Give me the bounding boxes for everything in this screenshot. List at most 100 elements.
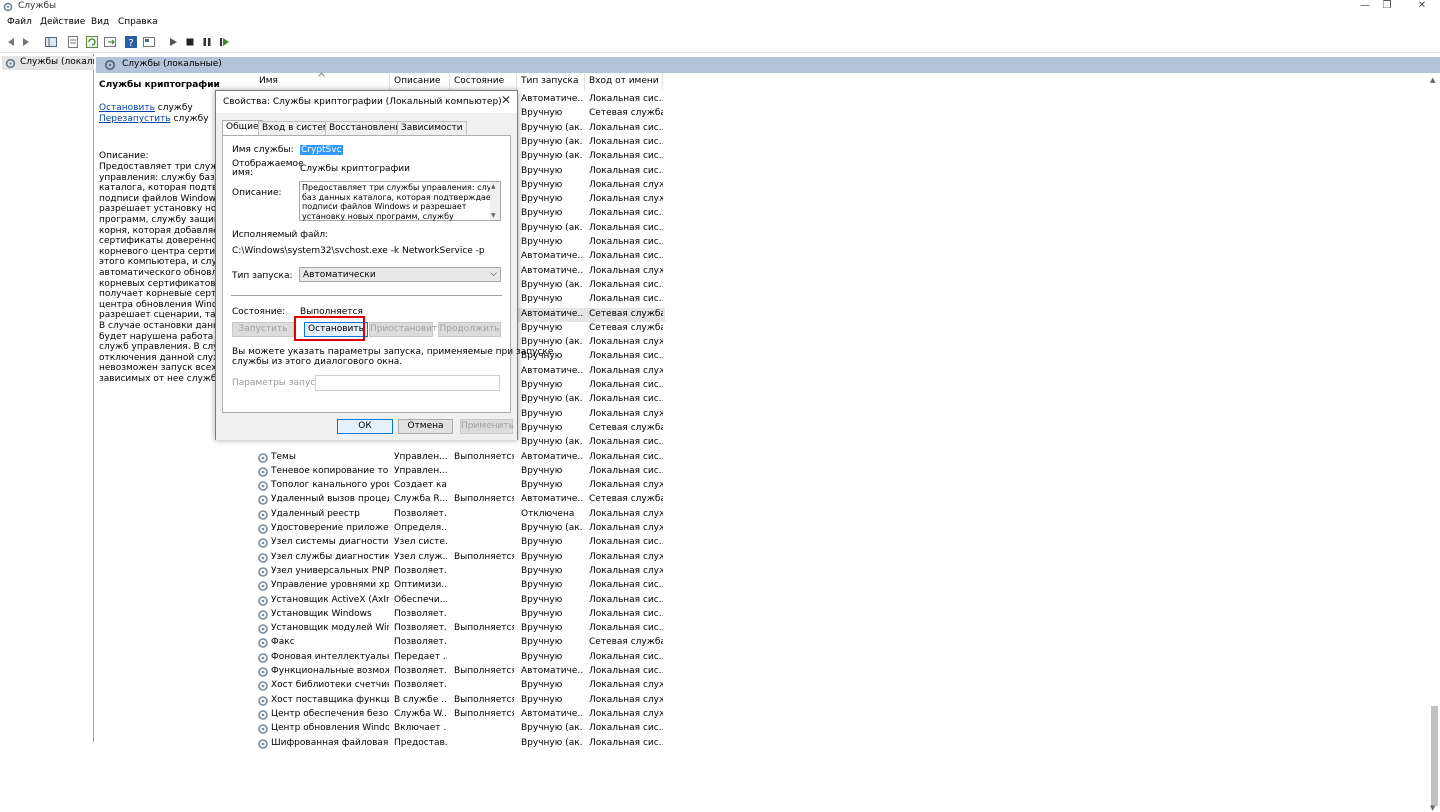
stop-service-link[interactable]: Остановить	[99, 103, 155, 113]
menu-file[interactable]: Файл	[7, 17, 32, 27]
restore-button[interactable]: ❐	[1372, 0, 1402, 14]
column-separator[interactable]	[584, 74, 585, 90]
cell-desc: Служба R...	[394, 494, 447, 505]
menu-view[interactable]: Вид	[91, 17, 109, 27]
description-textbox-text: Предоставляет три службы управления: слу…	[302, 183, 492, 221]
table-row[interactable]: Хост библиотеки счетчика... Позволяет... В…	[255, 679, 665, 693]
description-label: Описание:	[99, 151, 149, 161]
table-row[interactable]: Факс Позволяет... Вручную Сетевая служба	[255, 636, 665, 650]
cell-start: Автоматиче...	[521, 365, 583, 376]
console-tree-icon[interactable]	[44, 35, 58, 49]
service-name-value[interactable]: CryptSvc	[300, 145, 343, 155]
menu-help[interactable]: Справка	[118, 17, 158, 27]
table-row[interactable]: Тополог канального уровня Создает ка... Вр…	[255, 479, 665, 493]
cell-start: Автоматиче...	[521, 494, 583, 505]
cell-start: Вручную (ак...	[521, 151, 583, 162]
cell-name: Тополог канального уровня	[271, 480, 389, 491]
help-icon[interactable]: ?	[124, 35, 138, 49]
tab-dependencies[interactable]: Зависимости	[397, 121, 467, 135]
table-row[interactable]: Управление уровнями хра... Оптимизи... Вру…	[255, 579, 665, 593]
ok-button[interactable]: ОК	[337, 419, 393, 434]
table-row[interactable]: Удаленный вызов процеду... Служба R... Вып…	[255, 493, 665, 507]
table-row[interactable]: Узел службы диагностики Узел служ... Выпол…	[255, 551, 665, 565]
table-row[interactable]: Установщик ActiveX (AxIns... Обеспечи... В…	[255, 594, 665, 608]
view-icon[interactable]	[142, 35, 156, 49]
cell-login: Локальная сис...	[589, 94, 663, 104]
table-row[interactable]: Узел универсальных PNP-... Позволяет... Вр…	[255, 565, 665, 579]
pause-button[interactable]: Приостановить	[369, 322, 443, 337]
forward-icon[interactable]	[19, 35, 33, 49]
table-row[interactable]: Фоновая интеллектуальна... Передает ... Вр…	[255, 651, 665, 665]
column-separator[interactable]	[516, 74, 517, 90]
cell-login: Локальная сис...	[589, 723, 663, 734]
vertical-scrollbar[interactable]: ▲ ▼	[1428, 74, 1440, 812]
cell-name: Хост библиотеки счетчика...	[271, 680, 389, 691]
toolbar: ?	[0, 31, 1440, 53]
table-row[interactable]: Установщик Windows Позволяет... Вручную Лок…	[255, 608, 665, 622]
scroll-down-icon[interactable]: ▼	[1430, 804, 1435, 812]
startup-type-select[interactable]: Автоматически ⌵	[299, 267, 501, 282]
table-row[interactable]: Центр обеспечения безоп... Служба W... Вып…	[255, 708, 665, 722]
cell-desc: Оптимизи...	[394, 580, 447, 591]
table-row[interactable]: Теневое копирование тома Управлен... Вручн…	[255, 465, 665, 479]
column-header-startup-type[interactable]: Тип запуска	[521, 76, 579, 90]
column-header-name[interactable]: Имя	[259, 76, 278, 90]
cell-login: Локальная сис...	[589, 465, 663, 476]
service-gear-icon	[258, 652, 268, 663]
gear-icon	[5, 58, 16, 69]
service-gear-icon	[258, 624, 268, 634]
description-scrollbar[interactable]: ▲ ▼	[490, 182, 500, 220]
pause-icon[interactable]	[200, 35, 214, 49]
column-separator[interactable]	[662, 74, 663, 90]
menu-action[interactable]: Действие	[40, 17, 85, 27]
scrollbar-thumb[interactable]	[1431, 706, 1438, 806]
cell-start: Вручную	[521, 551, 563, 562]
close-window-button[interactable]: ✕	[1407, 0, 1437, 14]
tree-item-services-local[interactable]: Службы (локальн	[2, 56, 94, 70]
resume-button[interactable]: Продолжить	[438, 322, 501, 337]
cell-login: Сетевая служба	[589, 422, 663, 433]
column-separator[interactable]	[449, 74, 450, 90]
start-button[interactable]: Запустить	[232, 322, 294, 337]
cell-start: Автоматиче...	[521, 451, 583, 462]
scroll-down-icon[interactable]: ▼	[491, 212, 496, 219]
cell-name: Хост поставщика функци...	[271, 694, 389, 705]
play-icon[interactable]	[166, 35, 180, 49]
tab-general[interactable]: Общие	[222, 120, 263, 135]
table-row[interactable]: Темы Управлен... Выполняется Автоматиче... Л…	[255, 451, 665, 465]
table-row[interactable]: Удостоверение приложения Определя... Вручн…	[255, 522, 665, 536]
column-header-state[interactable]: Состояние	[454, 76, 504, 90]
cell-start: Автоматиче...	[521, 94, 583, 104]
table-row[interactable]: Функциональные возмож... Позволяет... Выпо…	[255, 665, 665, 679]
scroll-up-icon[interactable]: ▲	[491, 183, 496, 190]
column-header-description[interactable]: Описание	[394, 76, 441, 90]
cell-desc: Передает ...	[394, 651, 447, 662]
cell-desc: Управлен...	[394, 451, 447, 462]
restart-service-link[interactable]: Перезапустить	[99, 114, 171, 124]
refresh-icon[interactable]	[85, 35, 99, 49]
table-row[interactable]: Установщик модулей Win... Позволяет... Вып…	[255, 622, 665, 636]
table-row[interactable]: Хост поставщика функци... В службе ... Вып…	[255, 694, 665, 708]
cancel-button[interactable]: Отмена	[398, 419, 453, 434]
cell-login: Локальная служба	[589, 708, 663, 719]
properties-icon[interactable]	[66, 35, 80, 49]
back-icon[interactable]	[4, 35, 18, 49]
export-icon[interactable]	[103, 35, 117, 49]
scroll-up-icon[interactable]: ▲	[1430, 76, 1435, 84]
table-row[interactable]: Центр обновления Windows Включает ... Вруч…	[255, 722, 665, 736]
restart-icon[interactable]	[217, 35, 231, 49]
table-row[interactable]: Шифрованная файловая с... Предостав... Вру…	[255, 737, 665, 751]
description-textbox[interactable]: Предоставляет три службы управления: слу…	[299, 181, 501, 221]
apply-button[interactable]: Применить	[460, 419, 514, 434]
column-separator[interactable]	[389, 74, 390, 90]
stop-icon[interactable]	[183, 35, 197, 49]
table-row[interactable]: Узел системы диагностики Узел систе... Вру…	[255, 536, 665, 550]
table-row[interactable]: Удаленный реестр Позволяет... Отключена Лок…	[255, 508, 665, 522]
dialog-close-icon[interactable]: ✕	[501, 93, 511, 107]
column-header-log-on-as[interactable]: Вход от имени	[589, 76, 659, 90]
display-name-value[interactable]: Службы криптографии	[300, 164, 410, 174]
start-params-input[interactable]	[315, 375, 500, 391]
cell-login: Локальная сис...	[589, 437, 663, 448]
service-gear-icon	[258, 452, 268, 463]
executable-path[interactable]: C:\Windows\system32\svchost.exe -k Netwo…	[232, 246, 485, 256]
